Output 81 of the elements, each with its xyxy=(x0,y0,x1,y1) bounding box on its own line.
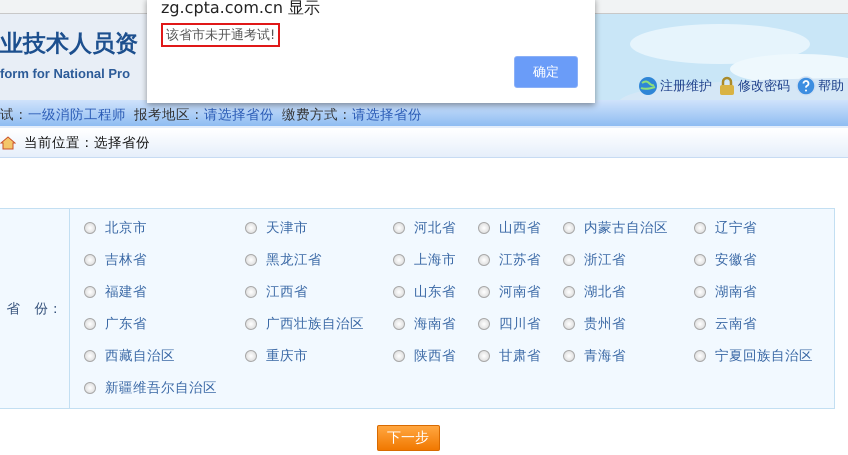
province-option[interactable]: 青海省 xyxy=(563,340,694,372)
province-option[interactable]: 西藏自治区 xyxy=(84,340,245,372)
radio-button[interactable] xyxy=(563,350,575,362)
province-option[interactable]: 吉林省 xyxy=(84,244,245,276)
header-link[interactable]: 修改密码 xyxy=(718,76,790,96)
breadcrumb: 当前位置：选择省份 xyxy=(24,134,150,152)
info-value: 请选择省份 xyxy=(352,107,422,123)
radio-button[interactable] xyxy=(84,254,96,266)
radio-button[interactable] xyxy=(694,350,706,362)
radio-button[interactable] xyxy=(84,382,96,394)
header-link[interactable]: 帮助 xyxy=(796,76,844,96)
globe-icon xyxy=(638,76,658,96)
province-option[interactable]: 云南省 xyxy=(694,308,824,340)
lock-icon xyxy=(718,76,736,96)
radio-button[interactable] xyxy=(563,222,575,234)
province-option[interactable]: 上海市 xyxy=(393,244,478,276)
radio-button[interactable] xyxy=(478,350,490,362)
radio-button[interactable] xyxy=(563,254,575,266)
home-icon xyxy=(0,136,16,150)
province-option[interactable]: 江西省 xyxy=(245,276,393,308)
radio-button[interactable] xyxy=(694,318,706,330)
province-option[interactable]: 江苏省 xyxy=(478,244,563,276)
province-option[interactable]: 四川省 xyxy=(478,308,563,340)
info-label: 试： xyxy=(0,107,28,123)
province-option[interactable]: 海南省 xyxy=(393,308,478,340)
radio-button[interactable] xyxy=(84,318,96,330)
header-link[interactable]: 注册维护 xyxy=(638,76,712,96)
radio-button[interactable] xyxy=(478,222,490,234)
ok-button[interactable]: 确定 xyxy=(514,56,578,88)
radio-button[interactable] xyxy=(245,222,257,234)
radio-button[interactable] xyxy=(478,254,490,266)
province-option[interactable]: 湖北省 xyxy=(563,276,694,308)
province-option[interactable]: 天津市 xyxy=(245,212,393,244)
radio-button[interactable] xyxy=(245,350,257,362)
radio-button[interactable] xyxy=(245,286,257,298)
province-option[interactable]: 黑龙江省 xyxy=(245,244,393,276)
info-value: 一级消防工程师 xyxy=(28,107,126,123)
province-option[interactable]: 贵州省 xyxy=(563,308,694,340)
province-option[interactable]: 湖南省 xyxy=(694,276,824,308)
province-option[interactable]: 陕西省 xyxy=(393,340,478,372)
province-option[interactable]: 安徽省 xyxy=(694,244,824,276)
info-label: 报考地区： xyxy=(134,107,204,123)
site-subtitle: form for National Pro xyxy=(0,66,130,81)
radio-button[interactable] xyxy=(393,254,405,266)
field-label: 省 份： xyxy=(0,209,70,408)
radio-button[interactable] xyxy=(393,350,405,362)
province-option[interactable]: 广东省 xyxy=(84,308,245,340)
province-option[interactable]: 北京市 xyxy=(84,212,245,244)
dialog-title: zg.cpta.com.cn 显示 xyxy=(161,0,322,19)
province-option[interactable]: 新疆维吾尔自治区 xyxy=(84,372,245,404)
province-option[interactable]: 甘肃省 xyxy=(478,340,563,372)
province-option[interactable]: 山东省 xyxy=(393,276,478,308)
radio-button[interactable] xyxy=(245,254,257,266)
province-option[interactable]: 河北省 xyxy=(393,212,478,244)
radio-button[interactable] xyxy=(694,286,706,298)
radio-button[interactable] xyxy=(84,286,96,298)
info-value: 请选择省份 xyxy=(204,107,274,123)
radio-button[interactable] xyxy=(478,286,490,298)
info-label: 缴费方式： xyxy=(282,107,352,123)
province-option[interactable]: 河南省 xyxy=(478,276,563,308)
radio-button[interactable] xyxy=(393,286,405,298)
radio-button[interactable] xyxy=(478,318,490,330)
radio-button[interactable] xyxy=(84,350,96,362)
site-title: 业技术人员资 xyxy=(0,29,138,58)
radio-button[interactable] xyxy=(563,318,575,330)
radio-button[interactable] xyxy=(694,222,706,234)
province-option[interactable]: 广西壮族自治区 xyxy=(245,308,393,340)
province-option[interactable]: 福建省 xyxy=(84,276,245,308)
radio-button[interactable] xyxy=(245,318,257,330)
province-option[interactable]: 内蒙古自治区 xyxy=(563,212,694,244)
province-option[interactable]: 浙江省 xyxy=(563,244,694,276)
radio-button[interactable] xyxy=(563,286,575,298)
radio-button[interactable] xyxy=(393,318,405,330)
province-option[interactable]: 辽宁省 xyxy=(694,212,824,244)
province-option[interactable]: 宁夏回族自治区 xyxy=(694,340,824,372)
province-option[interactable]: 重庆市 xyxy=(245,340,393,372)
province-option[interactable]: 山西省 xyxy=(478,212,563,244)
radio-button[interactable] xyxy=(393,222,405,234)
radio-button[interactable] xyxy=(84,222,96,234)
dialog-message: 该省市未开通考试! xyxy=(161,23,280,47)
radio-button[interactable] xyxy=(694,254,706,266)
